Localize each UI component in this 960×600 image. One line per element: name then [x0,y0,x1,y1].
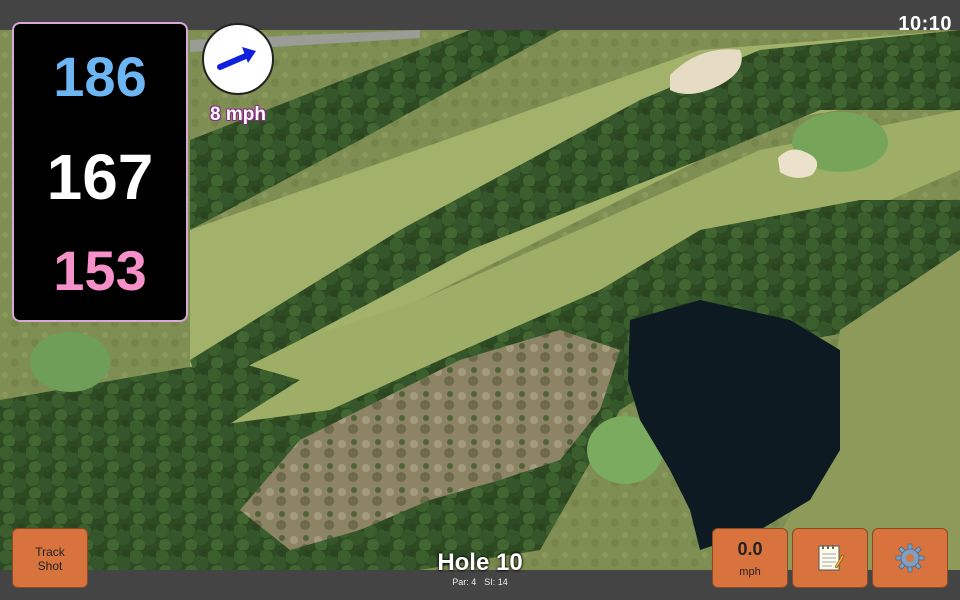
clock: 10:10 [898,13,952,35]
notes-button[interactable] [792,528,868,588]
hole-info: Par: 4 SI: 14 [400,577,560,587]
speed-unit: mph [739,566,761,578]
wind-speed-label: 8 mph [210,104,266,125]
wind-arrow-icon [217,47,256,70]
distance-middle: 167 [46,141,154,213]
hole-title: Hole 10 [437,549,523,576]
track-shot-label-line2: Shot [37,559,63,573]
speed-value: 0.0 [737,539,763,559]
hole-stroke-index: SI: 14 [484,577,508,587]
hole-par: Par: 4 [452,577,477,587]
distance-panel: 186 167 153 [12,22,188,322]
wind-direction-indicator [202,23,274,95]
settings-button[interactable] [872,528,948,588]
track-shot-label-line1: Track [35,545,65,559]
notepad-icon [818,545,845,571]
distance-front: 153 [53,239,147,302]
track-shot-button[interactable]: Track Shot [12,528,88,588]
gear-icon [895,543,925,573]
speed-button[interactable]: 0.0 mph [712,528,788,588]
distance-back: 186 [53,45,147,108]
